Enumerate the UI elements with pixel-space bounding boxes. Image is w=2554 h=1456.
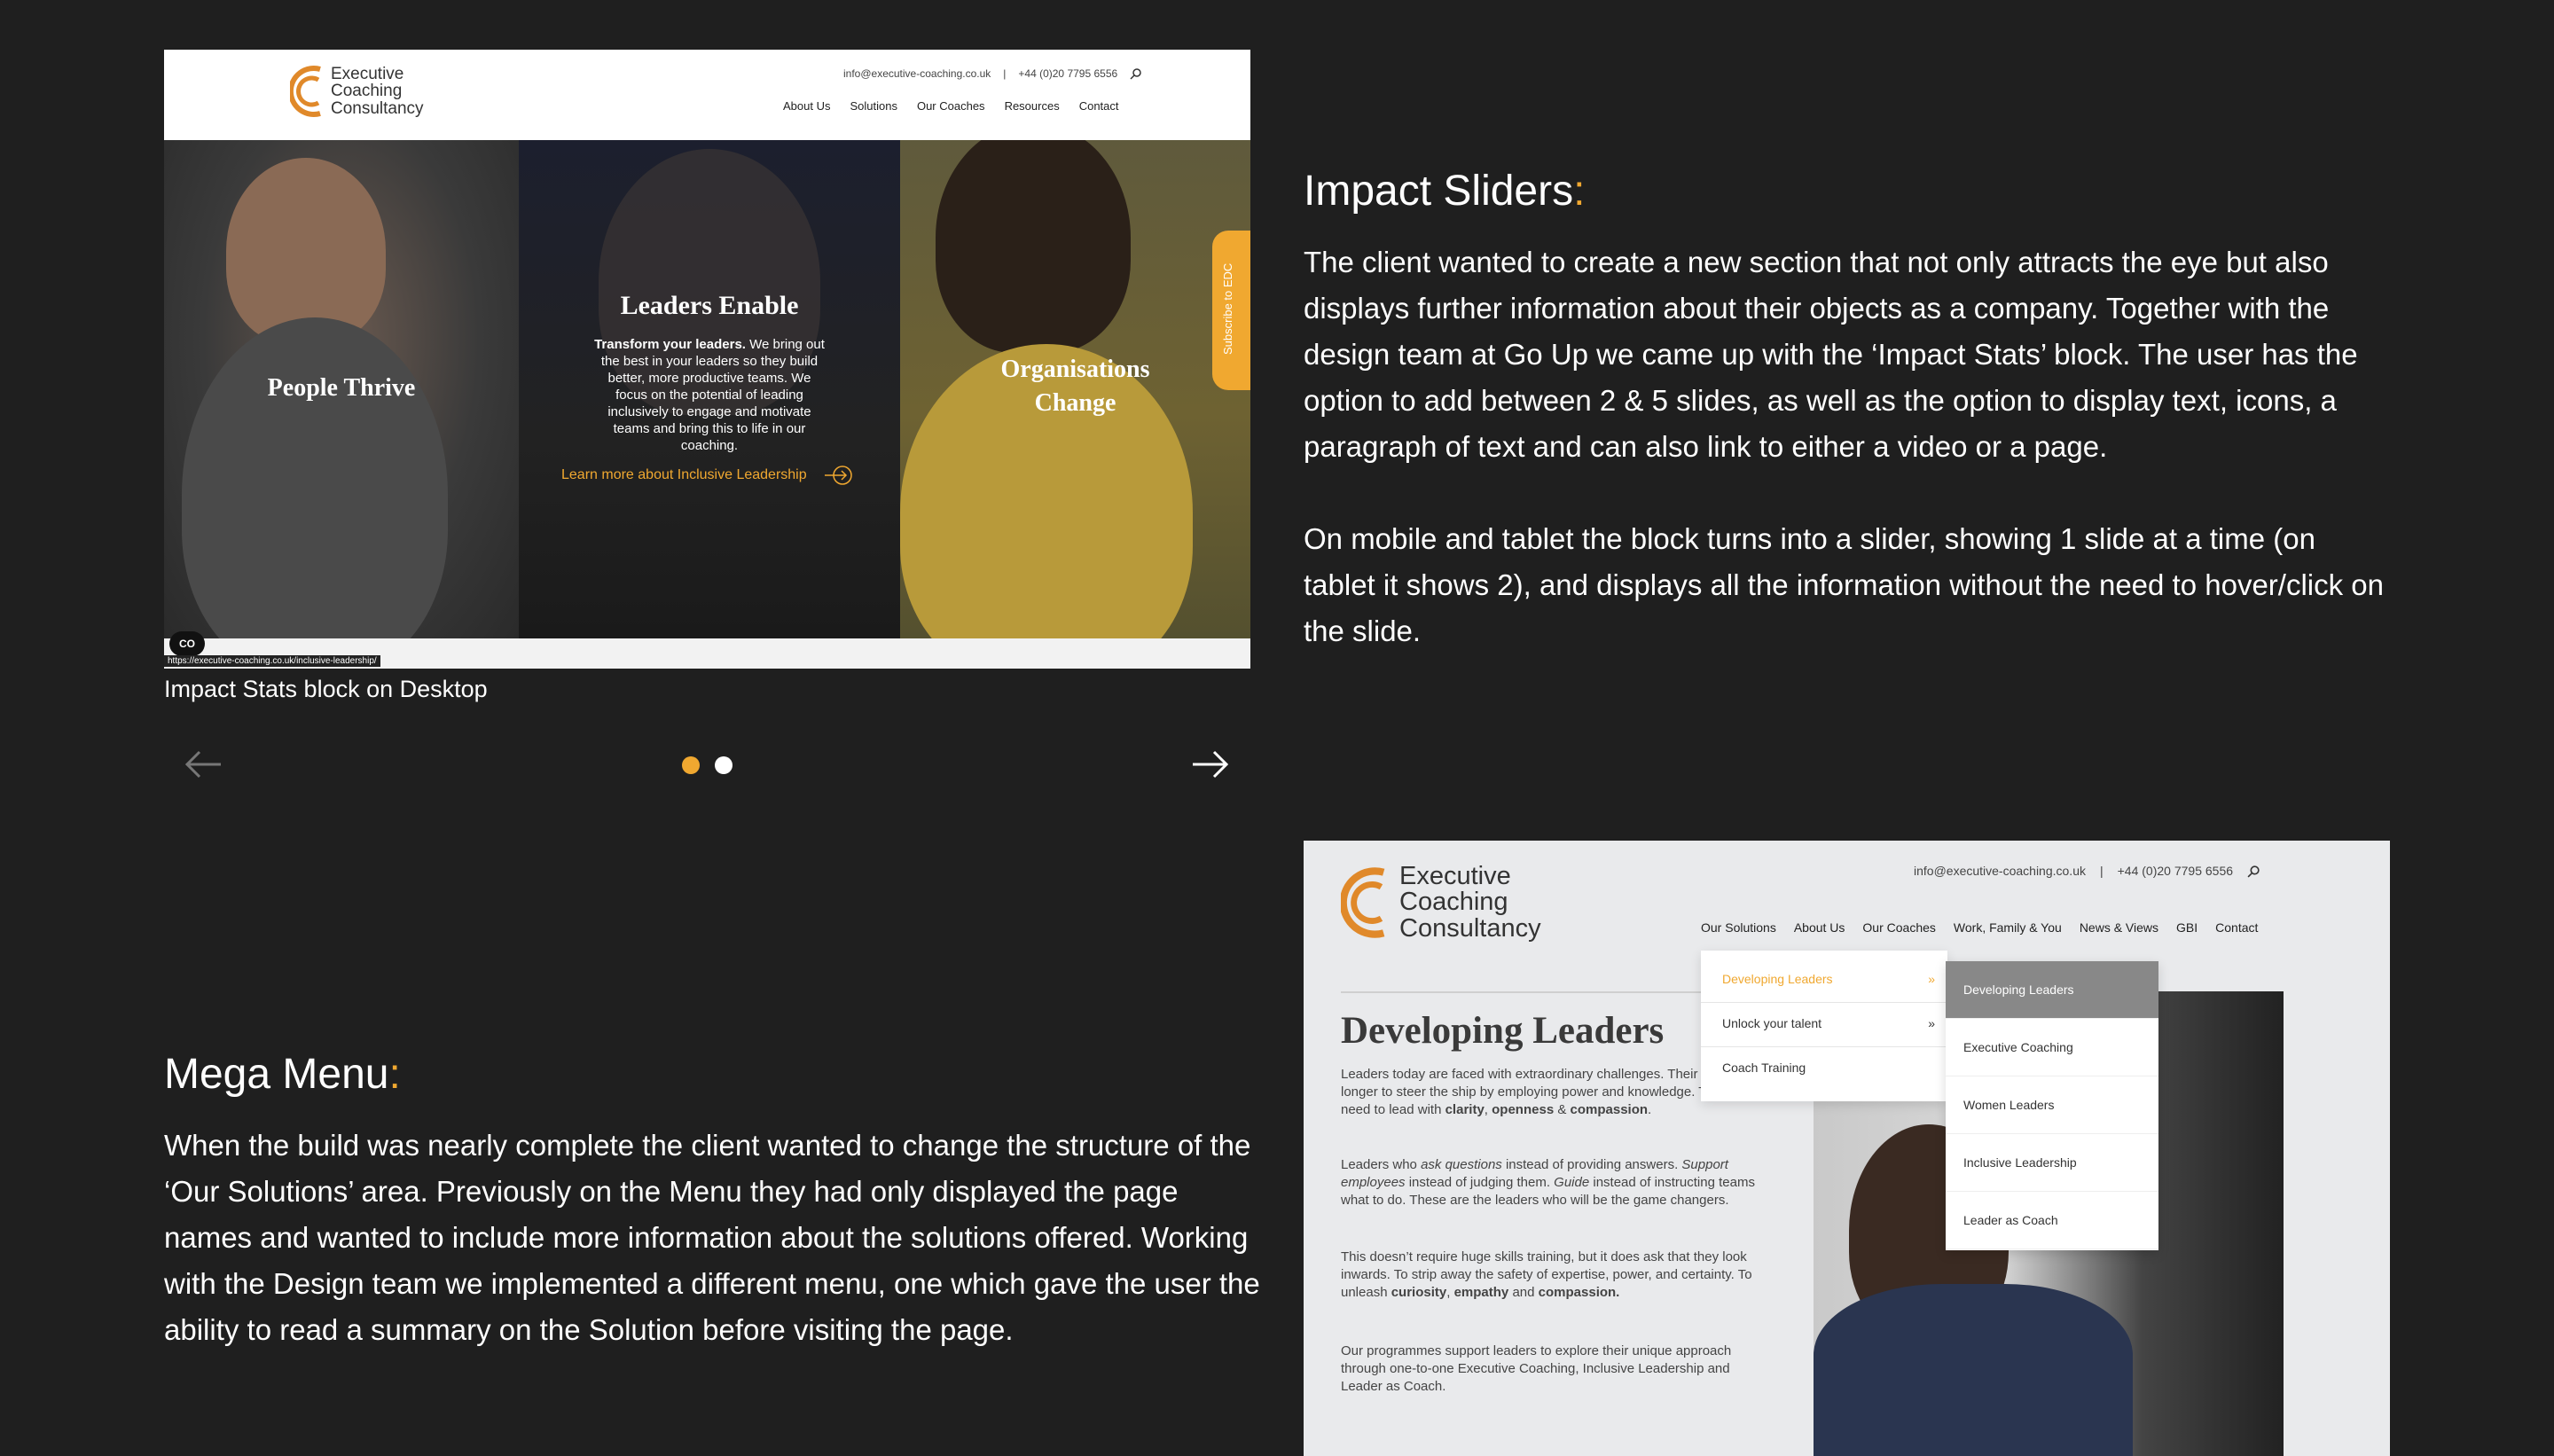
mega-menu-heading: Mega Menu: [164,1051,401,1098]
badge-icon[interactable]: CO [169,631,205,656]
portrait-image [936,140,1131,353]
arrow-right-icon [1193,750,1229,779]
submenu-item-leader-as-coach[interactable]: Leader as Coach [1946,1192,2158,1249]
impact-stats-panels: People Thrive Leaders Enable Transform y… [164,140,1250,638]
body-paragraph-2: Leaders who ask questions instead of pro… [1341,1157,1755,1208]
site-header: Executive Coaching Consultancy info@exec… [164,50,1250,140]
header-phone[interactable]: +44 (0)20 7795 6556 [2118,864,2233,878]
impact-sliders-paragraph-2: On mobile and tablet the block turns int… [1304,522,2385,647]
carousel-dot-2[interactable] [715,756,733,774]
impact-sliders-paragraph-1: The client wanted to create a new sectio… [1304,246,2358,463]
header-email[interactable]: info@executive-coaching.co.uk [1914,864,2086,878]
submenu-item-women-leaders[interactable]: Women Leaders [1946,1076,2158,1134]
menu-divider [1701,1002,1947,1003]
mega-menu-paragraph: When the build was nearly complete the c… [164,1129,1260,1346]
menu-item-coach-training[interactable]: Coach Training [1722,1061,1935,1075]
nav-our-coaches[interactable]: Our Coaches [917,99,985,113]
nav-our-coaches[interactable]: Our Coaches [1862,920,1935,935]
search-icon[interactable] [1130,67,1142,80]
submenu-item-executive-coaching[interactable]: Executive Coaching [1946,1019,2158,1076]
header-contact: info@executive-coaching.co.uk | +44 (0)2… [843,67,1142,80]
nav-news-views[interactable]: News & Views [2080,920,2158,935]
search-icon[interactable] [2247,865,2260,878]
carousel-dot-1[interactable] [682,756,700,774]
mega-menu-level-2: Developing Leaders Executive Coaching Wo… [1946,961,2158,1250]
slide-title: People Thrive [267,374,416,402]
mega-menu-level-1: Developing Leaders» Unlock your talent» … [1701,951,1947,1101]
nav-gbi[interactable]: GBI [2176,920,2198,935]
impact-slide-people-thrive[interactable]: People Thrive [164,140,519,638]
logo-text: Executive Coaching Consultancy [331,64,424,118]
header-separator: | [1003,67,1007,80]
portrait-body [1814,1284,2133,1456]
menu-item-unlock-your-talent[interactable]: Unlock your talent» [1722,1016,1935,1030]
site-logo[interactable]: Executive Coaching Consultancy [1341,860,1541,945]
nav-our-solutions[interactable]: Our Solutions [1701,920,1776,935]
body-paragraph-4: Our programmes support leaders to explor… [1341,1343,1732,1394]
screenshot-caption: Impact Stats block on Desktop [164,676,488,702]
logo-mark-icon [290,66,321,117]
header-email[interactable]: info@executive-coaching.co.uk [843,67,991,80]
nav-about-us[interactable]: About Us [783,99,830,113]
header-phone[interactable]: +44 (0)20 7795 6556 [1018,67,1117,80]
arrow-left-icon [184,750,221,779]
mega-menu-screenshot: Executive Coaching Consultancy info@exec… [1304,841,2390,1456]
portrait-body [182,317,448,638]
nav-contact[interactable]: Contact [1079,99,1119,113]
main-nav: About Us Solutions Our Coaches Resources… [783,99,1119,113]
header-contact: info@executive-coaching.co.uk | +44 (0)2… [1914,864,2260,878]
status-url-tooltip: https://executive-coaching.co.uk/inclusi… [164,655,380,667]
header-separator: | [2099,864,2104,878]
nav-solutions[interactable]: Solutions [850,99,897,113]
nav-work-family[interactable]: Work, Family & You [1954,920,2062,935]
menu-divider [1701,1046,1947,1047]
menu-item-developing-leaders[interactable]: Developing Leaders» [1722,972,1935,986]
logo-text: Executive Coaching Consultancy [1399,861,1541,943]
body-paragraph-3: This doesn’t require huge skills trainin… [1341,1249,1752,1300]
carousel-next-button[interactable] [1188,745,1233,784]
impact-slide-organisations-change[interactable]: Organisations Change [900,140,1250,638]
arrow-circle-icon [824,466,852,485]
site-logo[interactable]: Executive Coaching Consultancy [290,60,424,122]
nav-contact[interactable]: Contact [2215,920,2258,935]
portrait-image [226,158,386,344]
slide-title: Leaders Enable [620,291,799,320]
subscribe-label: Subscribe to EDC [1221,262,1234,355]
slide-title: Organisations Change [1000,356,1150,417]
nav-resources[interactable]: Resources [1005,99,1060,113]
nav-about-us[interactable]: About Us [1794,920,1845,935]
impact-stats-screenshot: Executive Coaching Consultancy info@exec… [164,50,1250,669]
body-paragraph-1: Leaders today are faced with extraordina… [1341,1067,1756,1117]
slide-learn-more-link[interactable]: Learn more about Inclusive Leadership [561,465,855,486]
subscribe-tab[interactable]: Subscribe to EDC [1212,231,1250,390]
carousel-prev-button[interactable] [181,745,225,784]
submenu-item-inclusive-leadership[interactable]: Inclusive Leadership [1946,1134,2158,1192]
main-nav: Our Solutions About Us Our Coaches Work,… [1701,920,2258,935]
impact-slide-leaders-enable[interactable]: Leaders Enable Transform your leaders. W… [519,140,900,638]
submenu-item-developing-leaders[interactable]: Developing Leaders [1946,961,2158,1019]
slide-description: Transform your leaders. We bring out the… [594,337,825,453]
impact-sliders-heading: Impact Sliders: [1304,168,1586,215]
logo-mark-icon [1341,867,1385,938]
page-title: Developing Leaders [1341,1010,1665,1052]
